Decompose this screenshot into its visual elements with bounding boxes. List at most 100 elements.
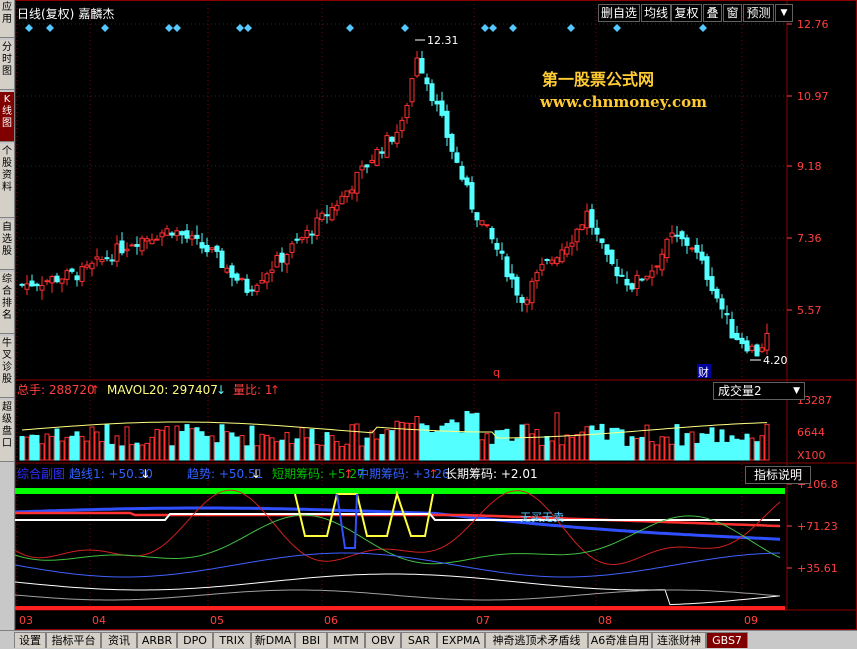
candle-body bbox=[469, 182, 475, 210]
bottom-tab-15[interactable]: GBS7 bbox=[706, 632, 748, 648]
candle-body bbox=[494, 243, 500, 250]
sidebar-item-4[interactable]: 自选股 bbox=[0, 220, 14, 270]
candle-body bbox=[334, 204, 340, 211]
signal-diamond-icon bbox=[46, 24, 54, 32]
volume-bar bbox=[459, 432, 465, 461]
volume-bar bbox=[494, 430, 500, 461]
volume-bar bbox=[564, 434, 570, 461]
volume-bar bbox=[304, 437, 310, 461]
dropdown-arrow-icon[interactable]: ▼ bbox=[775, 4, 793, 22]
candle-body bbox=[524, 299, 530, 305]
toolbar-button-1[interactable]: 均线 bbox=[641, 4, 671, 22]
chart-header-title: 日线(复权) 嘉麟杰 bbox=[17, 5, 114, 22]
bottom-tab-7[interactable]: BBI bbox=[295, 632, 327, 648]
volume-bar bbox=[59, 440, 65, 461]
volume-bar bbox=[269, 437, 275, 461]
sidebar-item-3[interactable]: 个股资料 bbox=[0, 144, 14, 218]
candle-body bbox=[464, 177, 470, 186]
candle-body bbox=[204, 244, 210, 253]
candle-body bbox=[169, 232, 175, 236]
volume-bar bbox=[179, 431, 185, 461]
bottom-tab-3[interactable]: ARBR bbox=[137, 632, 177, 648]
candle-body bbox=[764, 333, 770, 351]
volume-bar bbox=[544, 435, 550, 461]
bottom-tab-5[interactable]: TRIX bbox=[213, 632, 251, 648]
bottom-tab-6[interactable]: 新DMA bbox=[251, 632, 295, 648]
volume-bar bbox=[649, 441, 655, 461]
volume-bar bbox=[749, 437, 755, 461]
bottom-tab-8[interactable]: MTM bbox=[327, 632, 365, 648]
candle-body bbox=[594, 227, 600, 235]
toolbar-button-0[interactable]: 删自选 bbox=[598, 4, 640, 22]
toolbar-button-5[interactable]: 预测 bbox=[743, 4, 774, 22]
volume-bar bbox=[714, 442, 720, 461]
volume-bar bbox=[339, 445, 345, 461]
kline-chart-area[interactable]: 12.76 10.97 9.18 7.36 5.57 13287 6644 X100 +106.… bbox=[15, 0, 857, 630]
bottom-tab-11[interactable]: EXPMA bbox=[437, 632, 485, 648]
candle-body bbox=[249, 289, 255, 292]
volume-bar bbox=[574, 433, 580, 461]
volume-bar bbox=[744, 433, 750, 461]
candle-body bbox=[394, 131, 400, 144]
bottom-tab-1[interactable]: 指标平台 bbox=[46, 632, 101, 648]
volume-bar bbox=[144, 442, 150, 461]
candle-body bbox=[39, 284, 45, 291]
volume-bar bbox=[214, 442, 220, 461]
volume-bar bbox=[539, 444, 545, 461]
volume-bar bbox=[129, 444, 135, 461]
volume-bar bbox=[259, 433, 265, 461]
bottom-tab-12[interactable]: 神奇逃顶术矛盾线 bbox=[485, 632, 588, 648]
candle-body bbox=[634, 274, 640, 290]
volume-bar bbox=[489, 443, 495, 461]
signal-diamond-icon bbox=[244, 24, 252, 32]
candle-body bbox=[129, 244, 135, 247]
candle-body bbox=[584, 210, 590, 229]
bottom-tab-9[interactable]: OBV bbox=[365, 632, 401, 648]
sidebar-item-2[interactable]: K线图 bbox=[0, 92, 14, 142]
candle-body bbox=[244, 278, 250, 293]
event-marker-q: q bbox=[493, 366, 500, 379]
candle-body bbox=[269, 269, 275, 274]
volume-bar bbox=[34, 434, 40, 461]
indicator-help-button[interactable]: 指标说明 bbox=[745, 466, 811, 484]
volume-bar bbox=[294, 438, 300, 461]
volume-indicator-select[interactable]: 成交量2 ▼ bbox=[713, 382, 805, 400]
sidebar-item-5[interactable]: 综合排名 bbox=[0, 272, 14, 334]
bottom-tab-13[interactable]: A6奇准自用 bbox=[588, 632, 652, 648]
bottom-tab-0[interactable]: 设置 bbox=[14, 632, 46, 648]
chart-canvas[interactable]: 12.7610.979.187.365.57132876644X100+106.… bbox=[15, 0, 857, 630]
volume-bar bbox=[54, 428, 60, 461]
volume-bar bbox=[29, 434, 35, 461]
volume-bar bbox=[194, 427, 200, 461]
volume-bar bbox=[624, 445, 630, 461]
volume-bar bbox=[154, 428, 160, 461]
volume-legend-arrow: ↑ bbox=[270, 383, 280, 397]
high-price-label: 12.31 bbox=[427, 34, 459, 47]
bottom-tab-10[interactable]: SAR bbox=[401, 632, 437, 648]
watermark-title: 第一股票公式网 bbox=[542, 70, 655, 89]
volume-bar bbox=[164, 426, 170, 461]
bottom-tab-14[interactable]: 连涨财神 bbox=[652, 632, 706, 648]
volume-bars-group bbox=[19, 410, 770, 461]
sidebar-item-0[interactable]: 应用 bbox=[0, 0, 14, 38]
candle-body bbox=[709, 276, 715, 292]
volume-bar bbox=[274, 441, 280, 461]
candle-body bbox=[694, 244, 700, 253]
toolbar-button-3[interactable]: 叠 bbox=[703, 4, 722, 22]
sidebar-item-6[interactable]: 牛叉诊股 bbox=[0, 336, 14, 398]
bottom-tab-2[interactable]: 资讯 bbox=[101, 632, 137, 648]
candle-body bbox=[284, 254, 290, 265]
volume-bar bbox=[94, 431, 100, 461]
candle-body bbox=[274, 254, 280, 268]
indicator-tick-label: +35.61 bbox=[797, 562, 838, 575]
bottom-tab-4[interactable]: DPO bbox=[177, 632, 213, 648]
sidebar-item-7[interactable]: 超级盘口 bbox=[0, 400, 14, 462]
volume-bar bbox=[19, 435, 25, 461]
candle-body bbox=[424, 77, 430, 85]
volume-bar bbox=[674, 424, 680, 461]
volume-bar bbox=[64, 436, 70, 461]
toolbar-button-4[interactable]: 窗 bbox=[723, 4, 742, 22]
toolbar-button-2[interactable]: 复权 bbox=[671, 4, 702, 22]
volume-bar bbox=[329, 435, 335, 461]
sidebar-item-1[interactable]: 分时图 bbox=[0, 40, 14, 90]
